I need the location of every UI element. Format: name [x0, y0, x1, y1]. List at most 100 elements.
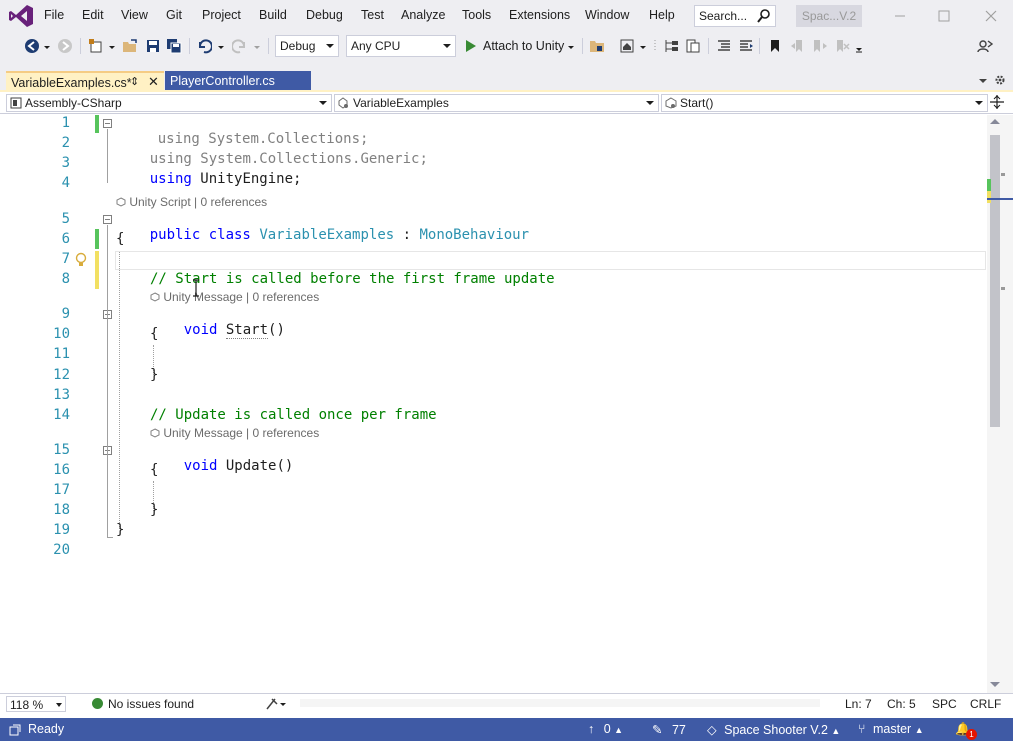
toolbar-separator [80, 38, 81, 54]
split-window-icon[interactable] [990, 95, 1004, 109]
column-indicator[interactable]: Ch: 5 [887, 697, 916, 711]
menu-extensions[interactable]: Extensions [509, 8, 570, 22]
properties-icon[interactable] [685, 38, 701, 54]
solution-explorer-icon[interactable] [664, 38, 680, 54]
menu-analyze[interactable]: Analyze [401, 8, 445, 22]
navigate-back-dropdown-icon[interactable] [43, 38, 51, 54]
scroll-up-icon[interactable] [990, 119, 1000, 124]
scrollbar-thumb[interactable] [990, 135, 1000, 427]
codelens-start[interactable]: Unity Message | 0 references [150, 290, 319, 304]
codelens-update[interactable]: Unity Message | 0 references [150, 426, 319, 440]
vertical-scrollbar[interactable] [987, 115, 1013, 693]
next-bookmark-icon[interactable] [812, 38, 828, 54]
scroll-down-icon[interactable] [990, 682, 1000, 687]
code-line-9: void Start() [183, 322, 285, 339]
menu-edit[interactable]: Edit [82, 8, 104, 22]
line-ending-indicator[interactable]: CRLF [970, 697, 1001, 711]
push-indicator[interactable]: ↑ 0 ▲ [588, 722, 623, 736]
menu-window[interactable]: Window [585, 8, 629, 22]
document-tab-strip: VariableExamples.cs* ⇕ ✕ PlayerControlle… [0, 60, 1013, 92]
redo-icon[interactable] [232, 38, 248, 54]
code-line-14-comment: // Update is called once per frame [150, 407, 437, 423]
tab-variable-examples[interactable]: VariableExamples.cs* ⇕ ✕ [6, 71, 164, 91]
save-all-icon[interactable] [166, 38, 182, 54]
code-editor[interactable]: 1 2 3 4 5 6 7 8 9 10 11 12 13 14 15 16 1… [0, 115, 1013, 693]
navigate-back-icon[interactable] [24, 38, 40, 54]
new-project-dropdown-icon[interactable] [108, 38, 116, 54]
indent-guide [119, 251, 120, 529]
menu-project[interactable]: Project [202, 8, 241, 22]
minimize-icon[interactable] [892, 8, 908, 24]
issues-indicator[interactable]: No issues found [92, 697, 194, 711]
line-number: 13 [53, 387, 70, 403]
collapse-toggle[interactable] [103, 119, 112, 128]
line-number: 10 [53, 326, 70, 342]
menu-debug[interactable]: Debug [306, 8, 343, 22]
chevron-down-icon [443, 44, 451, 48]
menu-test[interactable]: Test [361, 8, 384, 22]
chevron-down-icon [319, 101, 327, 105]
class-dropdown[interactable]: VariableExamples [334, 94, 659, 112]
tab-settings-gear-icon[interactable] [994, 74, 1006, 86]
play-icon [466, 40, 476, 52]
codelens-class[interactable]: Unity Script | 0 references [116, 195, 267, 209]
navigate-forward-icon[interactable] [57, 38, 73, 54]
save-icon[interactable] [145, 38, 161, 54]
close-tab-icon[interactable]: ✕ [148, 74, 159, 90]
collapse-toggle[interactable] [103, 215, 112, 224]
line-number: 5 [61, 211, 70, 227]
home-icon[interactable] [619, 38, 635, 54]
indent-indicator[interactable]: SPC [932, 697, 957, 711]
previous-bookmark-icon[interactable] [790, 38, 806, 54]
check-icon [92, 698, 103, 709]
menu-help[interactable]: Help [649, 8, 675, 22]
tab-player-controller[interactable]: PlayerController.cs [165, 71, 311, 91]
bookmark-icon[interactable] [767, 38, 783, 54]
undo-dropdown-icon[interactable] [217, 38, 225, 54]
zoom-select[interactable]: 118 % [6, 696, 66, 712]
pin-icon[interactable]: ⇕ [130, 75, 139, 88]
menu-git[interactable]: Git [166, 8, 182, 22]
editor-status-bar: 118 % No issues found Ln: 7 Ch: 5 SPC CR… [0, 693, 1013, 713]
attach-dropdown-icon[interactable] [567, 38, 575, 54]
open-file-icon[interactable] [122, 38, 138, 54]
redo-dropdown-icon[interactable] [253, 38, 261, 54]
menu-view[interactable]: View [121, 8, 148, 22]
repository-indicator[interactable]: ◇ Space Shooter V.2 ▲ [707, 722, 840, 737]
tab-label: VariableExamples.cs* [11, 76, 132, 90]
close-window-icon[interactable] [983, 8, 999, 24]
comment-out-icon[interactable] [716, 38, 732, 54]
branch-indicator[interactable]: ⑂ master ▲ [858, 722, 924, 736]
project-name: Assembly-CSharp [25, 96, 122, 110]
new-project-icon[interactable] [88, 38, 104, 54]
code-cleanup-icon[interactable] [265, 697, 289, 711]
status-bar: Ready ↑ 0 ▲ ✎ 77 ◇ Space Shooter V.2 ▲ ⑂… [0, 718, 1013, 741]
code-line-12: } [150, 367, 159, 383]
platform-select[interactable]: Any CPU [346, 35, 456, 57]
open-folder-icon[interactable] [589, 38, 605, 54]
solution-name-badge[interactable]: Spac...V.2 [796, 5, 862, 27]
tab-list-dropdown-icon[interactable] [978, 77, 988, 85]
member-dropdown[interactable]: Start() [661, 94, 988, 112]
line-number: 16 [53, 462, 70, 478]
uncomment-icon[interactable] [738, 38, 754, 54]
changes-indicator[interactable]: ✎ 77 [652, 722, 686, 737]
menu-build[interactable]: Build [259, 8, 287, 22]
home-dropdown-icon[interactable] [639, 38, 647, 54]
horizontal-scrollbar[interactable] [300, 699, 820, 707]
clear-bookmarks-icon[interactable] [834, 38, 850, 54]
pencil-icon: ✎ [652, 723, 663, 737]
maximize-icon[interactable] [936, 8, 952, 24]
configuration-select[interactable]: Debug [275, 35, 339, 57]
menu-tools[interactable]: Tools [462, 8, 491, 22]
unity-cube-icon [150, 292, 160, 302]
lightbulb-icon[interactable] [75, 252, 87, 268]
line-indicator[interactable]: Ln: 7 [845, 697, 872, 711]
caret-up-icon: ▲ [831, 726, 841, 736]
live-share-icon[interactable] [977, 38, 993, 54]
menu-file[interactable]: File [44, 8, 64, 22]
project-dropdown[interactable]: Assembly-CSharp [6, 94, 332, 112]
undo-icon[interactable] [196, 38, 212, 54]
search-input[interactable]: Search... [694, 5, 776, 27]
toolbar-overflow-icon[interactable] [855, 38, 863, 54]
